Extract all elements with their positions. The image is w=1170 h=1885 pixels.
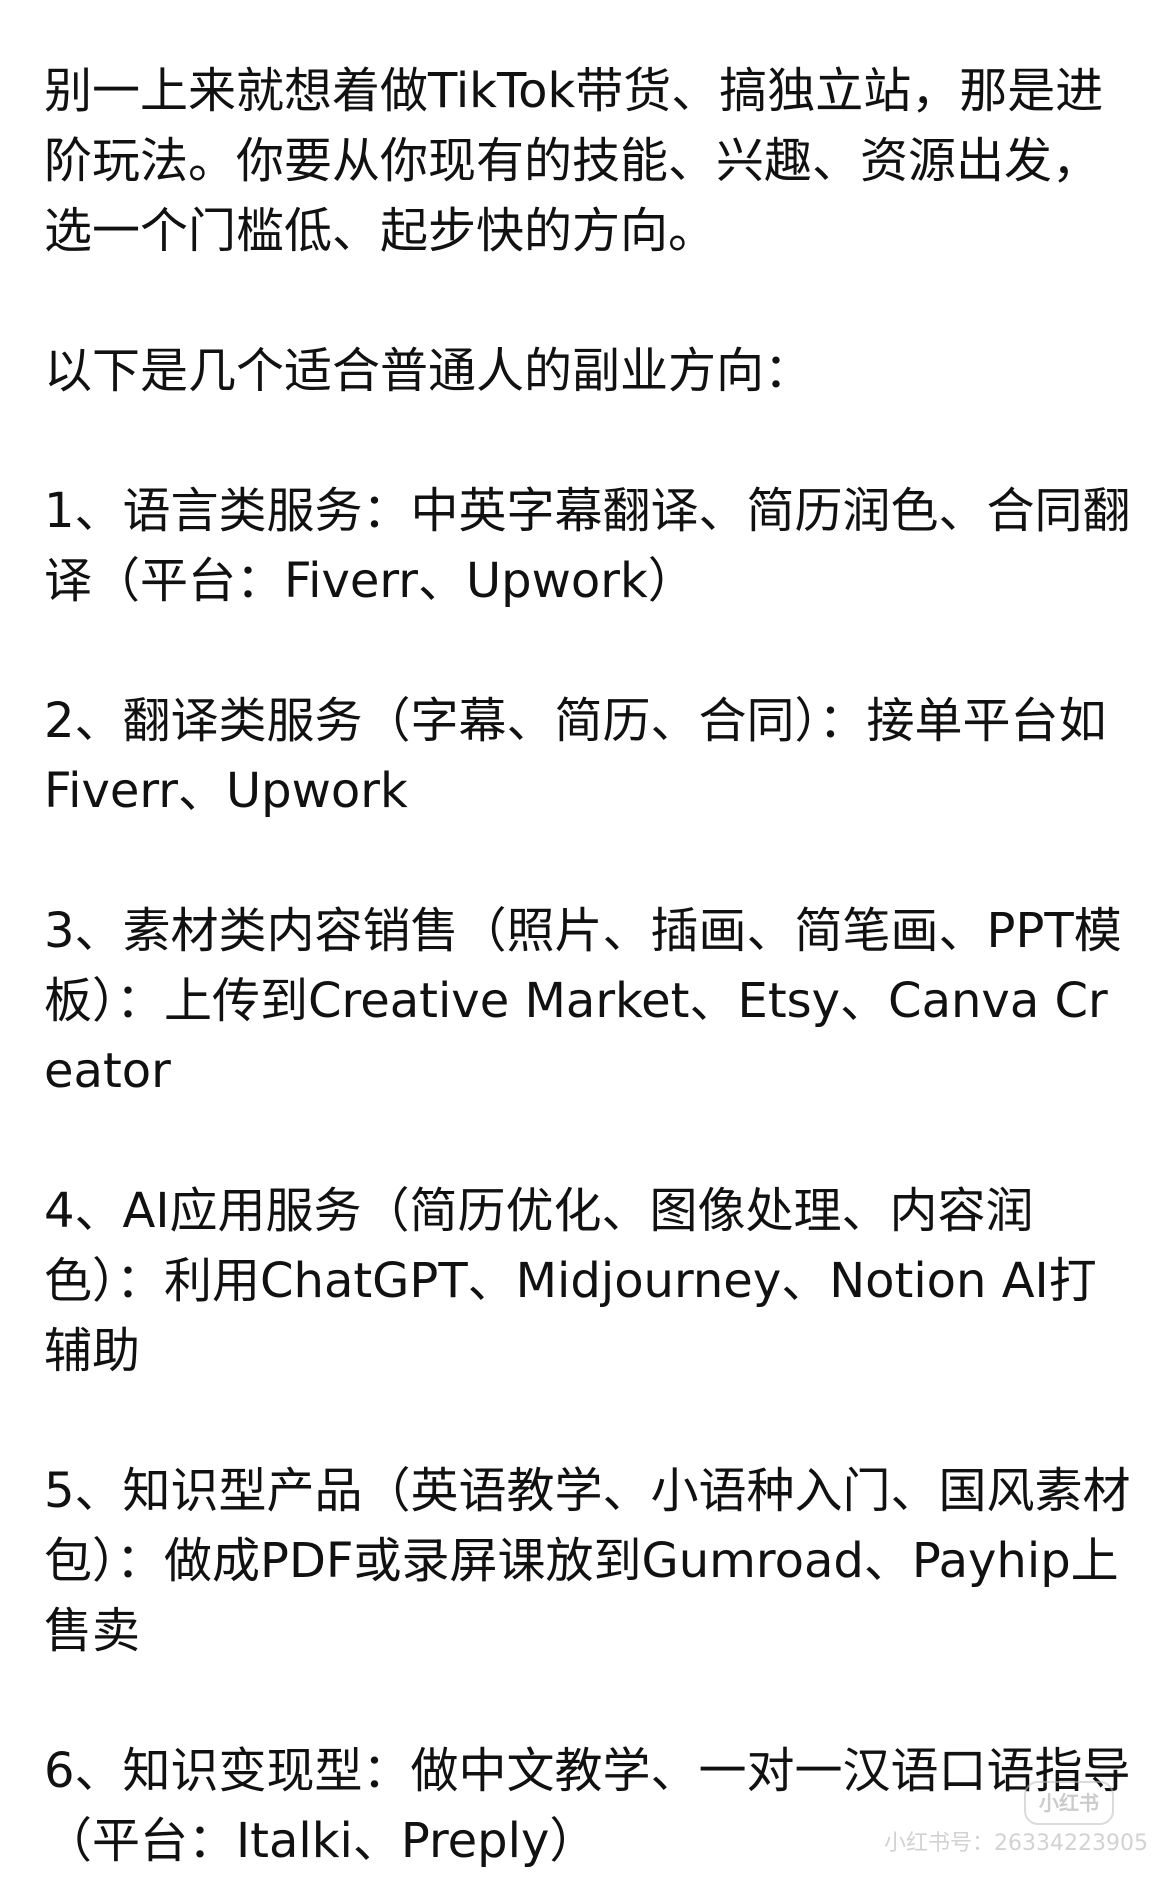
list-item-5: 5、知识型产品（英语教学、小语种入门、国风素材包）：做成PDF或录屏课放到Gum… xyxy=(44,1463,1131,1659)
list-item-2: 2、翻译类服务（字幕、简历、合同）：接单平台如Fiverr、Upwork xyxy=(44,693,1107,819)
intro-paragraph: 别一上来就想着做TikTok带货、搞独立站，那是进阶玩法。你要从你现有的技能、兴… xyxy=(44,63,1104,259)
list-item-3: 3、素材类内容销售（照片、插画、简笔画、PPT模板）：上传到Creative M… xyxy=(44,903,1122,1099)
watermark-id: 小红书号：26334223905 xyxy=(884,1831,1148,1856)
list-item-1: 1、语言类服务：中英字幕翻译、简历润色、合同翻译（平台：Fiverr、Upwor… xyxy=(44,483,1131,609)
document-body: 别一上来就想着做TikTok带货、搞独立站，那是进阶玩法。你要从你现有的技能、兴… xyxy=(44,56,1134,1876)
list-item-4: 4、AI应用服务（简历优化、图像处理、内容润色）：利用ChatGPT、Midjo… xyxy=(44,1183,1097,1379)
watermark-logo: 小红书 xyxy=(1024,1781,1114,1825)
watermark: 小红书 小红书号：26334223905 xyxy=(848,1781,1148,1871)
list-heading: 以下是几个适合普通人的副业方向： xyxy=(44,343,813,399)
